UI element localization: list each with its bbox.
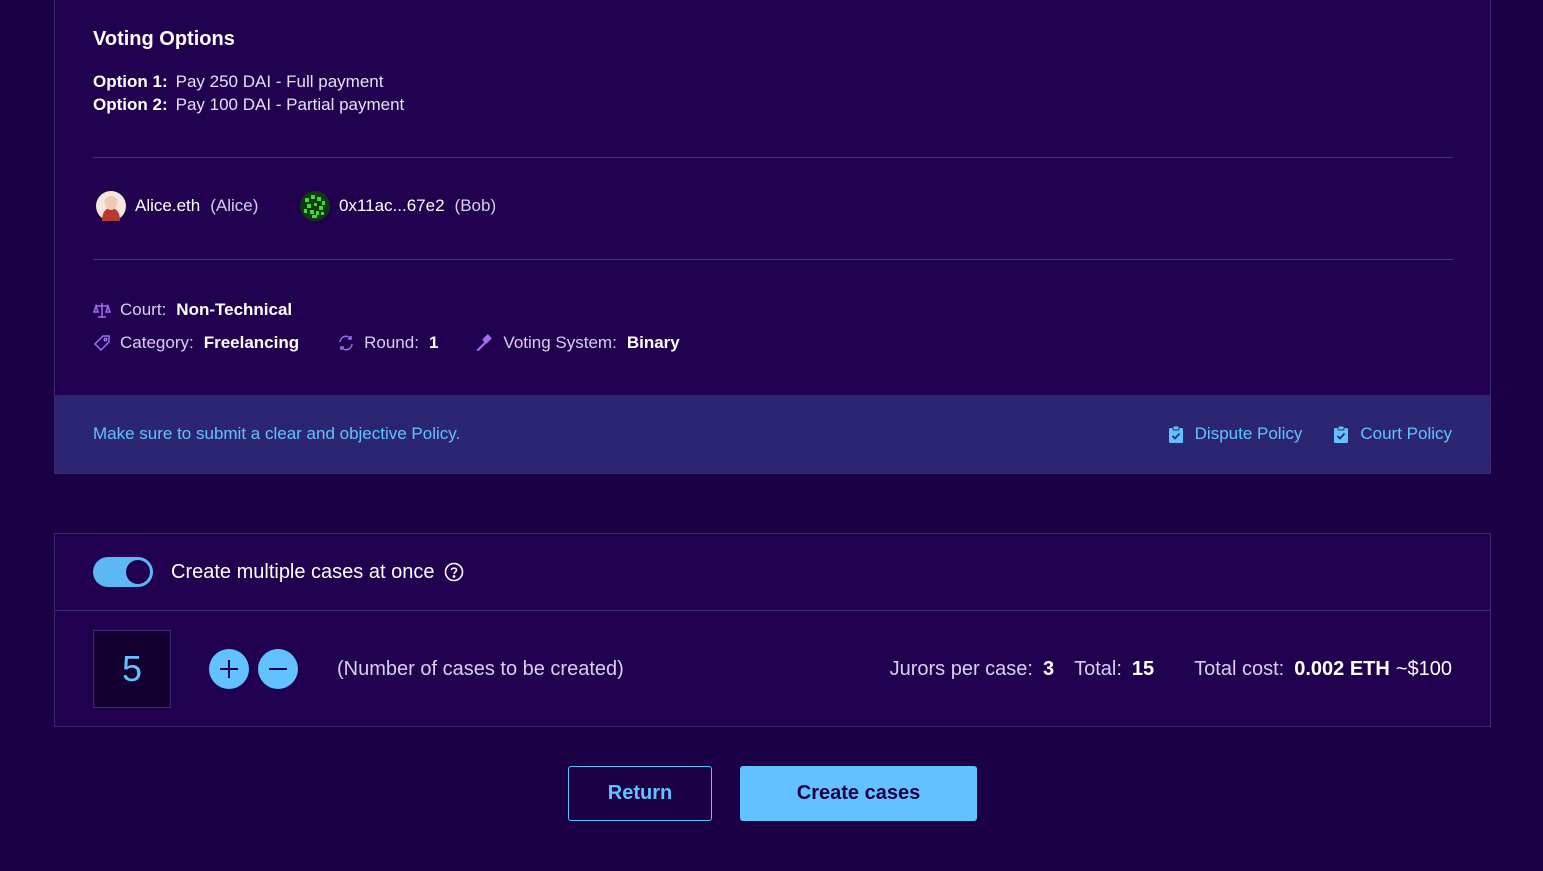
party-name: Alice.eth [135,196,201,215]
round-meta: Round: 1 [337,333,438,353]
increment-button[interactable] [209,649,249,689]
multiple-cases-toggle[interactable] [93,557,153,587]
court-value: Non-Technical [176,300,293,319]
clipboard-check-icon [1167,425,1185,443]
multiple-cases-card: Create multiple cases at once 5 (Number … [54,533,1491,727]
total-label: Total: [1074,657,1122,680]
total-cost: Total cost: 0.002 ETH ~$100 [1194,658,1452,681]
plus-icon [220,660,238,678]
multiple-cases-header: Create multiple cases at once [55,534,1490,611]
option-text: Pay 250 DAI - Full payment [175,72,384,91]
case-count-hint: (Number of cases to be created) [337,657,624,680]
cost-usd: ~$100 [1395,657,1452,680]
divider [93,259,1453,260]
court-row: Court: Non-Technical [93,300,330,320]
policy-message: Make sure to submit a clear and objectiv… [93,424,461,443]
multiple-cases-label: Create multiple cases at once [171,560,435,583]
category-value: Freelancing [203,333,300,352]
refresh-icon [337,334,355,352]
party-alias: (Bob) [454,196,497,215]
help-circle-icon[interactable] [444,562,464,582]
voting-option-1: Option 1: Pay 250 DAI - Full payment [93,72,383,92]
court-policy-label: Court Policy [1360,424,1452,443]
decrement-button[interactable] [258,649,298,689]
gavel-icon [476,334,494,352]
case-stats: Jurors per case: 3 Total: 15 Total cost:… [870,658,1452,681]
dispute-policy-label: Dispute Policy [1194,424,1303,443]
cases-count-row: 5 (Number of cases to be created) Jurors… [55,611,1490,727]
minus-icon [269,668,287,670]
voting-system-label: Voting System: [503,333,617,352]
alice-avatar [96,191,126,221]
identicon-avatar [300,191,330,221]
voting-option-2: Option 2: Pay 100 DAI - Partial payment [93,95,404,115]
jurors-value: 3 [1042,657,1055,680]
round-value: 1 [428,333,439,352]
create-cases-button[interactable]: Create cases [740,766,977,821]
toggle-knob [126,560,150,584]
scales-icon [93,301,111,319]
voting-system-value: Binary [626,333,680,352]
party-bob[interactable]: 0x11ac...67e2 (Bob) [300,191,496,221]
case-count-input[interactable]: 5 [93,630,171,708]
court-label: Court: [120,300,167,319]
tag-icon [93,334,111,352]
divider [93,157,1453,158]
option-label: Option 2: [93,95,168,114]
option-text: Pay 100 DAI - Partial payment [175,95,405,114]
court-policy-link[interactable]: Court Policy [1332,424,1452,444]
voting-system-meta: Voting System: Binary [476,333,680,353]
dispute-policy-link[interactable]: Dispute Policy [1167,424,1303,444]
party-name: 0x11ac...67e2 [339,196,445,215]
cost-label: Total cost: [1194,657,1285,680]
jurors-per-case: Jurors per case: 3 [890,658,1055,681]
return-button[interactable]: Return [568,766,712,821]
policy-bar: Make sure to submit a clear and objectiv… [55,395,1490,473]
total-jurors: Total: 15 [1074,658,1154,681]
round-label: Round: [364,333,419,352]
details-row: Category: Freelancing Round: 1 Voting Sy… [93,333,718,353]
option-label: Option 1: [93,72,168,91]
voting-options-title: Voting Options [93,28,235,50]
jurors-label: Jurors per case: [889,657,1033,680]
party-alice[interactable]: Alice.eth (Alice) [96,191,258,221]
party-alias: (Alice) [210,196,259,215]
total-value: 15 [1131,657,1155,680]
cost-value: 0.002 ETH [1294,657,1390,680]
court-meta: Court: Non-Technical [93,300,292,320]
dispute-summary-card: Voting Options Option 1: Pay 250 DAI - Fu… [54,0,1491,474]
clipboard-check-icon [1332,425,1350,443]
policy-links: Dispute Policy Court Policy [1137,424,1452,444]
category-meta: Category: Freelancing [93,333,299,353]
category-label: Category: [120,333,194,352]
